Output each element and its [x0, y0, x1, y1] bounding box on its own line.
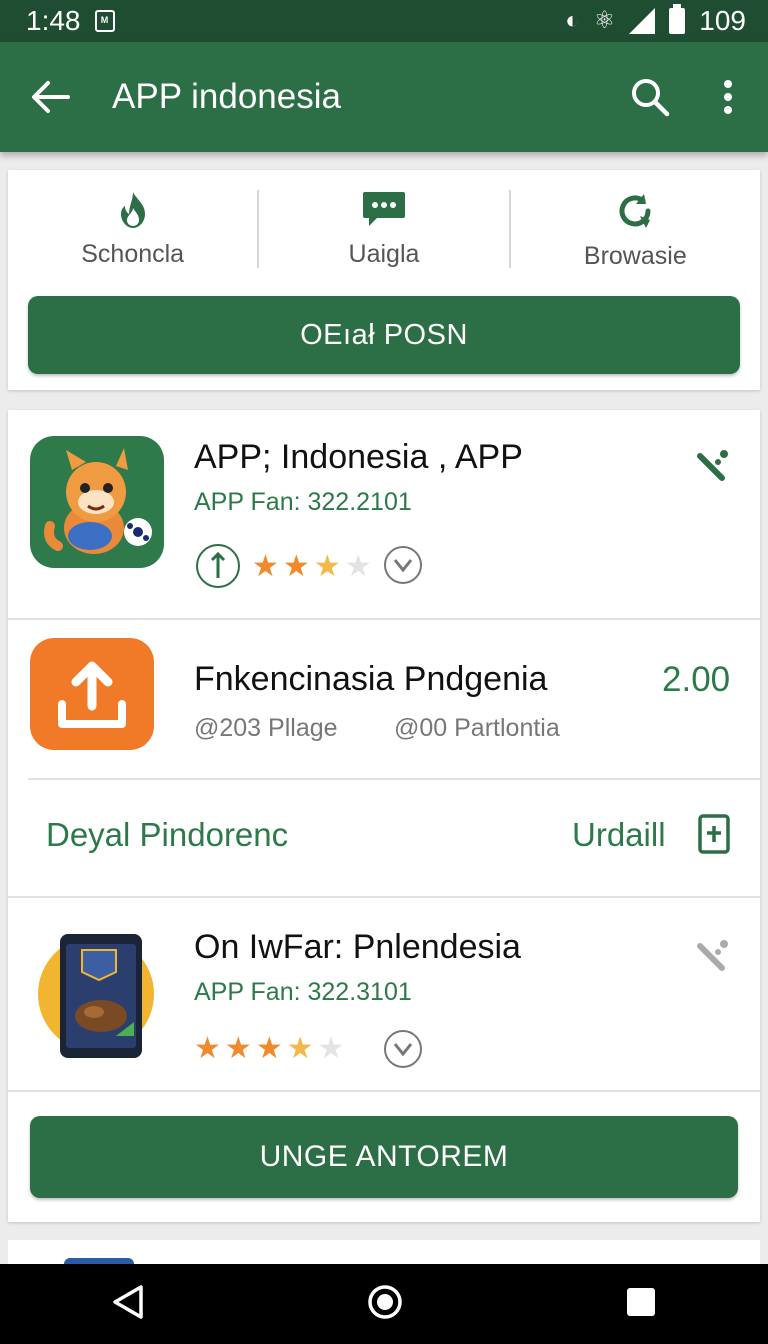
moon-icon: ◐	[565, 7, 580, 34]
battery-level: 109	[699, 5, 746, 36]
app-meta: @203 Pllage	[194, 714, 338, 742]
app-bar: APP indonesia	[0, 42, 768, 152]
section-link-row: Deyal Pindorenc Urdaill	[8, 780, 760, 896]
app-list-item[interactable]: On IwFar: Pnlendesia APP Fan: 322.3101 ★…	[8, 898, 760, 1090]
back-arrow-icon[interactable]	[26, 73, 74, 121]
section-link[interactable]: Deyal Pindorenc	[46, 816, 288, 854]
refresh-icon	[619, 194, 651, 228]
upload-icon	[30, 638, 154, 750]
chat-icon	[362, 192, 405, 226]
primary-action-button[interactable]: OEıał POSN	[28, 296, 740, 374]
gallery-notification-icon: M	[94, 10, 115, 32]
star-icon: ★	[317, 1032, 345, 1065]
app-meta: @00 Partlontia	[394, 714, 560, 742]
category-browasie[interactable]: Browasie	[511, 186, 760, 280]
divider	[8, 1090, 760, 1092]
category-label: Uaigla	[348, 240, 420, 268]
update-link[interactable]: Urdaill	[572, 816, 666, 854]
app-subtitle: APP Fan: 322.2101	[194, 488, 412, 516]
app-price: 2.00	[662, 660, 731, 699]
rating-stars: ★ ★ ★ ★	[252, 552, 372, 582]
app-name: Fnkencinasia Pndgenia	[194, 660, 548, 698]
battery-icon	[669, 4, 686, 34]
download-indicator-icon	[196, 544, 240, 588]
star-icon: ★	[224, 1032, 252, 1065]
rating-stars: ★ ★ ★ ★ ★	[194, 1034, 345, 1064]
status-bar: 1:48 M ◐ ⚛ 109	[0, 0, 768, 42]
category-label: Schoncla	[81, 240, 185, 268]
star-icon: ★	[255, 1032, 283, 1065]
flame-icon	[120, 192, 145, 228]
star-icon: ★	[194, 1032, 221, 1065]
category-card: Schoncla Uaigla Browasie OEıał POSN	[8, 170, 760, 390]
vibrate-icon: ⚛	[593, 7, 616, 34]
star-icon: ★	[252, 550, 279, 583]
app-list-item[interactable]: APP; Indonesia , APP APP Fan: 322.2101 ★…	[8, 410, 760, 618]
nav-recents-icon[interactable]	[625, 1286, 657, 1323]
clock: 1:48	[26, 5, 81, 36]
overflow-menu-icon[interactable]	[704, 73, 752, 121]
nav-back-icon[interactable]	[111, 1284, 145, 1325]
category-schoncla[interactable]: Schoncla	[8, 186, 257, 280]
star-icon: ★	[344, 550, 372, 583]
update-icon[interactable]	[698, 814, 730, 854]
app-list-card: APP; Indonesia , APP APP Fan: 322.2101 ★…	[8, 410, 760, 1222]
star-icon: ★	[282, 550, 310, 583]
app-name: APP; Indonesia , APP	[194, 438, 523, 476]
verified-check-icon	[384, 546, 422, 584]
page-title: APP indonesia	[112, 77, 341, 116]
tools-icon[interactable]	[694, 446, 734, 486]
food-phone-icon	[38, 932, 158, 1058]
app-subtitle: APP Fan: 322.3101	[194, 978, 412, 1006]
signal-icon	[629, 8, 656, 34]
search-icon[interactable]	[626, 73, 674, 121]
bottom-action-button[interactable]: UNGE ANTOREM	[30, 1116, 738, 1198]
app-list-item[interactable]: Fnkencinasia Pndgenia 2.00 @203 Pllage @…	[8, 620, 760, 778]
category-label: Browasie	[583, 242, 687, 270]
verified-check-icon	[384, 1030, 422, 1068]
fox-mascot-icon	[30, 436, 164, 568]
system-nav-bar	[0, 1264, 768, 1344]
star-icon: ★	[313, 550, 341, 583]
tools-icon[interactable]	[694, 936, 734, 976]
category-uaigla[interactable]: Uaigla	[259, 186, 508, 280]
nav-home-icon[interactable]	[367, 1284, 403, 1325]
star-icon: ★	[286, 1032, 314, 1065]
app-name: On IwFar: Pnlendesia	[194, 928, 521, 966]
